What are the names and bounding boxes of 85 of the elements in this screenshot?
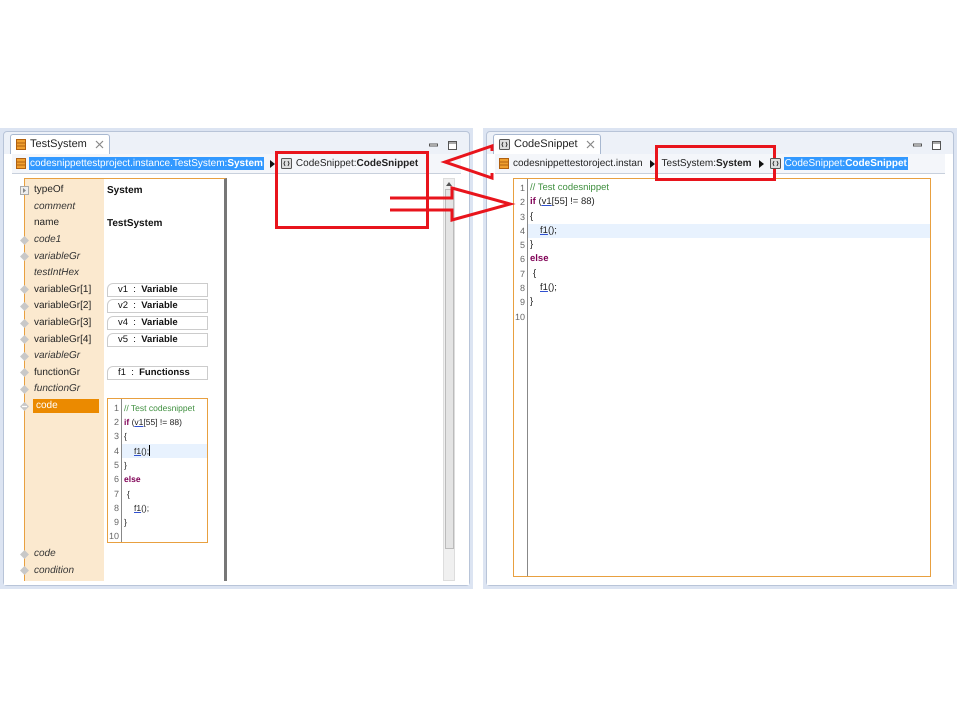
property-label[interactable]: functionGr bbox=[33, 366, 80, 380]
editor-tab[interactable]: CodeSnippet bbox=[493, 134, 601, 154]
code-line: else bbox=[123, 473, 142, 486]
code-line: { bbox=[529, 210, 534, 224]
line-number: 8 bbox=[112, 502, 120, 515]
code-line: f1(); bbox=[133, 502, 150, 515]
snippet-icon bbox=[280, 158, 292, 169]
property-label[interactable]: variableGr[3] bbox=[33, 316, 92, 330]
property-value: System bbox=[107, 184, 143, 198]
scrollbar-thumb[interactable] bbox=[444, 189, 454, 549]
code-line: if (v1[55] != 88) bbox=[529, 195, 596, 210]
property-label[interactable]: variableGr[2] bbox=[33, 299, 92, 314]
code-line: // Test codesnippet bbox=[123, 402, 196, 415]
line-number: 8 bbox=[518, 282, 526, 296]
line-number: 4 bbox=[518, 224, 526, 238]
vertical-scrollbar[interactable] bbox=[443, 178, 455, 581]
code-line: } bbox=[529, 238, 534, 252]
line-number: 7 bbox=[518, 268, 526, 281]
line-number: 3 bbox=[112, 430, 120, 444]
editor-tab[interactable]: TestSystem bbox=[10, 134, 110, 154]
code-line: // Test codesnippet bbox=[529, 181, 610, 195]
line-number: 1 bbox=[518, 182, 526, 195]
code-line: { bbox=[123, 430, 128, 444]
reference-field[interactable]: f1 : Functionss bbox=[107, 366, 208, 380]
chevron-right-icon[interactable] bbox=[650, 160, 655, 168]
line-number: 10 bbox=[108, 530, 120, 544]
chevron-right-icon[interactable] bbox=[758, 160, 764, 168]
snippet-icon bbox=[499, 139, 510, 150]
maximize-icon[interactable] bbox=[448, 141, 457, 150]
reference-field[interactable]: v4 : Variable bbox=[107, 316, 208, 330]
maximize-icon[interactable] bbox=[932, 141, 941, 150]
line-number: 9 bbox=[112, 516, 120, 530]
class-icon bbox=[16, 158, 26, 169]
close-icon[interactable] bbox=[94, 140, 104, 149]
line-number: 4 bbox=[112, 444, 120, 458]
property-label[interactable]: variableGr[1] bbox=[33, 282, 92, 297]
tab-title: CodeSnippet bbox=[514, 137, 578, 152]
scroll-up-icon[interactable] bbox=[446, 182, 452, 186]
code-line: { bbox=[126, 488, 131, 501]
property-label[interactable]: code1 bbox=[33, 233, 62, 248]
tab-title: TestSystem bbox=[30, 137, 87, 152]
line-number: 2 bbox=[518, 196, 526, 210]
property-label[interactable]: testIntHex bbox=[33, 266, 80, 280]
code-editor[interactable]: 1 2 3 4 5 6 7 8 9 10 // Test codesnippet if (v1[55] != 88) { f1(); } else { f1(); } bbox=[107, 398, 208, 543]
property-label[interactable]: typeOf bbox=[33, 183, 64, 198]
line-number: 7 bbox=[112, 488, 120, 500]
close-icon[interactable] bbox=[586, 140, 595, 149]
code-line: if (v1[55] != 88) bbox=[123, 416, 183, 430]
reference-field[interactable]: v2 : Variable bbox=[107, 299, 208, 314]
code-line: } bbox=[529, 295, 534, 310]
line-number: 5 bbox=[518, 239, 526, 252]
property-label[interactable]: condition bbox=[33, 564, 74, 578]
property-value: TestSystem bbox=[107, 216, 162, 231]
code-line: } bbox=[123, 516, 128, 530]
property-label[interactable]: name bbox=[33, 216, 60, 230]
property-label[interactable]: variableGr bbox=[33, 250, 80, 264]
breadcrumb-item[interactable]: codesnippettestoroject.instan bbox=[512, 157, 644, 170]
code-line: { bbox=[532, 266, 538, 281]
breadcrumb-item[interactable]: CodeSnippet:CodeSnippet bbox=[294, 157, 420, 170]
code-line: f1(); bbox=[539, 281, 558, 296]
code-line: else bbox=[529, 252, 550, 266]
reference-field[interactable]: v1 : Variable bbox=[107, 282, 208, 297]
code-line: } bbox=[123, 458, 128, 472]
property-label[interactable]: variableGr[4] bbox=[33, 332, 92, 347]
line-number: 3 bbox=[518, 210, 526, 224]
line-number: 9 bbox=[518, 296, 526, 310]
property-label[interactable]: functionGr bbox=[33, 382, 80, 396]
snippet-icon bbox=[770, 158, 781, 169]
line-number: 6 bbox=[518, 253, 526, 266]
code-editor[interactable]: 1 2 3 4 5 6 7 8 9 10 // Test codesnippet if (v1[55] != 88) { f1(); } else { f1(); } bbox=[513, 178, 931, 577]
reference-field[interactable]: v5 : Variable bbox=[107, 332, 208, 347]
line-number: 10 bbox=[514, 310, 526, 324]
line-number: 5 bbox=[112, 458, 120, 472]
breadcrumb-item[interactable]: TestSystem:System bbox=[660, 157, 753, 170]
property-label[interactable]: variableGr bbox=[33, 349, 80, 364]
text-cursor bbox=[149, 445, 150, 456]
line-number: 6 bbox=[112, 473, 120, 486]
property-label[interactable]: code bbox=[33, 547, 56, 562]
line-number: 1 bbox=[112, 402, 120, 415]
class-icon bbox=[16, 139, 26, 150]
expand-icon[interactable] bbox=[20, 186, 29, 195]
class-icon bbox=[499, 158, 509, 169]
property-label[interactable]: comment bbox=[33, 200, 76, 214]
line-number: 2 bbox=[112, 416, 120, 430]
chevron-right-icon[interactable] bbox=[270, 160, 275, 168]
